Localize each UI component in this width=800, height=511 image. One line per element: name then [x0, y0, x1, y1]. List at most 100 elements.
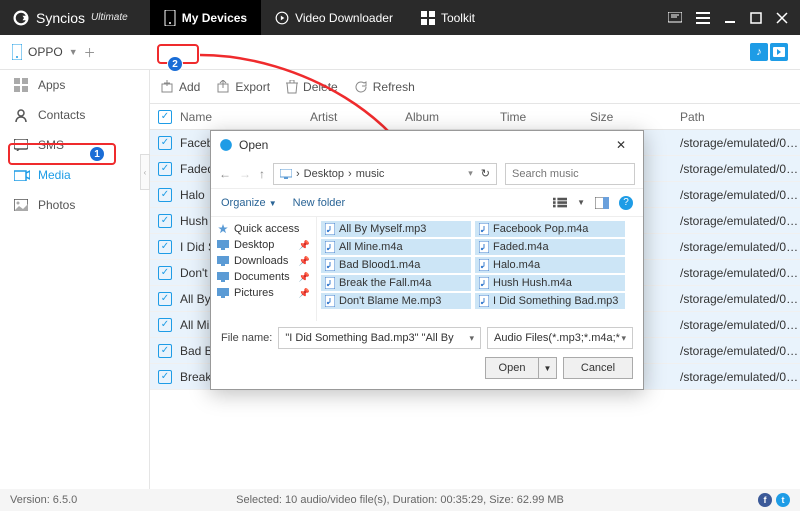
row-checkbox[interactable]: ✓ — [158, 318, 172, 332]
open-dropdown[interactable]: ▼ — [539, 357, 557, 379]
row-checkbox[interactable]: ✓ — [158, 214, 172, 228]
pin-icon: 📌 — [299, 272, 310, 283]
notify-icon[interactable] — [668, 12, 682, 24]
titlebar: Syncios Ultimate My Devices Video Downlo… — [0, 0, 800, 35]
export-button[interactable]: Export — [216, 80, 270, 94]
crumb-desktop: Desktop — [304, 168, 344, 180]
device-selector[interactable]: OPPO ▼ — [12, 44, 78, 60]
navpane-item[interactable]: Documents📌 — [217, 271, 310, 283]
breadcrumb[interactable]: ›Desktop ›music ▾ ↻ — [273, 163, 497, 185]
menu-icon[interactable] — [696, 12, 710, 24]
pin-icon: 📌 — [299, 256, 310, 267]
file-item[interactable]: Faded.m4a — [475, 239, 625, 255]
dialog-title: Open — [239, 138, 268, 152]
col-album[interactable]: Album — [405, 110, 500, 124]
twitter-icon[interactable]: t — [776, 493, 790, 507]
file-filter-select[interactable]: Audio Files(*.mp3;*.m4a;*.wma ▾ — [487, 327, 633, 349]
dialog-nav-pane: Quick accessDesktop📌Downloads📌Documents📌… — [211, 217, 316, 321]
selection-status: Selected: 10 audio/video file(s), Durati… — [236, 494, 564, 506]
row-checkbox[interactable]: ✓ — [158, 188, 172, 202]
sidebar-item-label: Apps — [38, 78, 65, 92]
nav-fwd-icon[interactable]: → — [239, 167, 251, 181]
file-item[interactable]: Don't Blame Me.mp3 — [321, 293, 471, 309]
select-all-checkbox[interactable]: ✓ — [158, 110, 172, 124]
row-checkbox[interactable]: ✓ — [158, 266, 172, 280]
nav-up-icon[interactable]: ↑ — [259, 167, 265, 181]
add-button[interactable]: Add — [160, 80, 200, 94]
col-path[interactable]: Path — [680, 110, 800, 124]
view-video-icon[interactable] — [770, 43, 788, 61]
navpane-item[interactable]: Pictures 📌 — [217, 287, 310, 299]
file-item[interactable]: Break the Fall.m4a — [321, 275, 471, 291]
row-checkbox[interactable]: ✓ — [158, 344, 172, 358]
file-name: All Mine.m4a — [339, 241, 403, 253]
refresh-icon[interactable]: ↻ — [481, 167, 490, 180]
minimize-icon[interactable] — [724, 12, 736, 24]
view-music-icon[interactable]: ♪ — [750, 43, 768, 61]
sidebar-item-label: Media — [38, 168, 71, 182]
status-bar: Version: 6.5.0 Selected: 10 audio/video … — [0, 489, 800, 511]
file-item[interactable]: All By Myself.mp3 — [321, 221, 471, 237]
refresh-button[interactable]: Refresh — [354, 80, 415, 94]
row-checkbox[interactable]: ✓ — [158, 370, 172, 384]
file-item[interactable]: I Did Something Bad.mp3 — [475, 293, 625, 309]
export-label: Export — [235, 80, 270, 94]
help-icon[interactable]: ? — [619, 196, 633, 210]
file-item[interactable]: Bad Blood1.m4a — [321, 257, 471, 273]
col-artist[interactable]: Artist — [310, 110, 405, 124]
organize-menu[interactable]: Organize ▼ — [221, 197, 277, 209]
col-time[interactable]: Time — [500, 110, 590, 124]
tab-label: Toolkit — [441, 11, 475, 25]
sidebar-item-photos[interactable]: Photos — [0, 190, 149, 220]
open-button[interactable]: Open — [485, 357, 539, 379]
chevron-down-icon[interactable]: ▾ — [469, 333, 474, 344]
file-name: All By Myself.mp3 — [339, 223, 426, 235]
annotation-number-2: 2 — [167, 56, 183, 72]
app-logo: Syncios Ultimate — [0, 9, 140, 27]
view-list-icon[interactable] — [553, 197, 567, 209]
add-device-icon[interactable]: ＋ — [84, 44, 96, 61]
pin-icon: 📌 — [299, 240, 310, 251]
cancel-button[interactable]: Cancel — [563, 357, 633, 379]
chevron-down-icon[interactable]: ▾ — [468, 168, 473, 179]
dialog-close-button[interactable]: ✕ — [607, 131, 635, 159]
sidebar-item-contacts[interactable]: Contacts — [0, 100, 149, 130]
close-icon[interactable] — [776, 12, 788, 24]
navpane-label: Downloads — [234, 255, 288, 267]
sidebar-item-apps[interactable]: Apps — [0, 70, 149, 100]
dialog-search-input[interactable] — [505, 163, 635, 185]
facebook-icon[interactable]: f — [758, 493, 772, 507]
delete-button[interactable]: Delete — [286, 80, 338, 94]
col-name[interactable]: Name — [180, 110, 310, 124]
row-checkbox[interactable]: ✓ — [158, 240, 172, 254]
tab-video-downloader[interactable]: Video Downloader — [261, 0, 407, 35]
file-item[interactable]: All Mine.m4a — [321, 239, 471, 255]
pin-icon: 📌 — [299, 288, 310, 299]
nav-back-icon[interactable]: ← — [219, 167, 231, 181]
new-folder-button[interactable]: New folder — [293, 197, 346, 209]
navpane-item[interactable]: Quick access — [217, 223, 310, 235]
navpane-item[interactable]: Desktop📌 — [217, 239, 310, 251]
file-item[interactable]: Facebook Pop.m4a — [475, 221, 625, 237]
sidebar-icon — [14, 78, 30, 92]
tab-toolkit[interactable]: Toolkit — [407, 0, 489, 35]
col-size[interactable]: Size — [590, 110, 680, 124]
sidebar-collapse-handle[interactable]: ‹ — [140, 154, 150, 190]
add-label: Add — [179, 80, 200, 94]
file-item[interactable]: Halo.m4a — [475, 257, 625, 273]
row-checkbox[interactable]: ✓ — [158, 292, 172, 306]
navpane-item[interactable]: Downloads 📌 — [217, 255, 310, 267]
filename-input[interactable]: "I Did Something Bad.mp3" "All By ▾ — [278, 327, 481, 349]
sidebar-item-label: Photos — [38, 198, 75, 212]
sidebar-icon — [14, 169, 30, 181]
row-checkbox[interactable]: ✓ — [158, 136, 172, 150]
sidebar-item-media[interactable]: Media — [0, 160, 149, 190]
maximize-icon[interactable] — [750, 12, 762, 24]
file-item[interactable]: Hush Hush.m4a — [475, 275, 625, 291]
tab-my-devices[interactable]: My Devices — [150, 0, 261, 35]
navpane-label: Pictures — [234, 287, 274, 299]
device-bar: OPPO ▼ ＋ ♪ — [0, 35, 800, 70]
sidebar-item-sms[interactable]: SMS — [0, 130, 149, 160]
row-checkbox[interactable]: ✓ — [158, 162, 172, 176]
preview-pane-icon[interactable] — [595, 197, 609, 209]
